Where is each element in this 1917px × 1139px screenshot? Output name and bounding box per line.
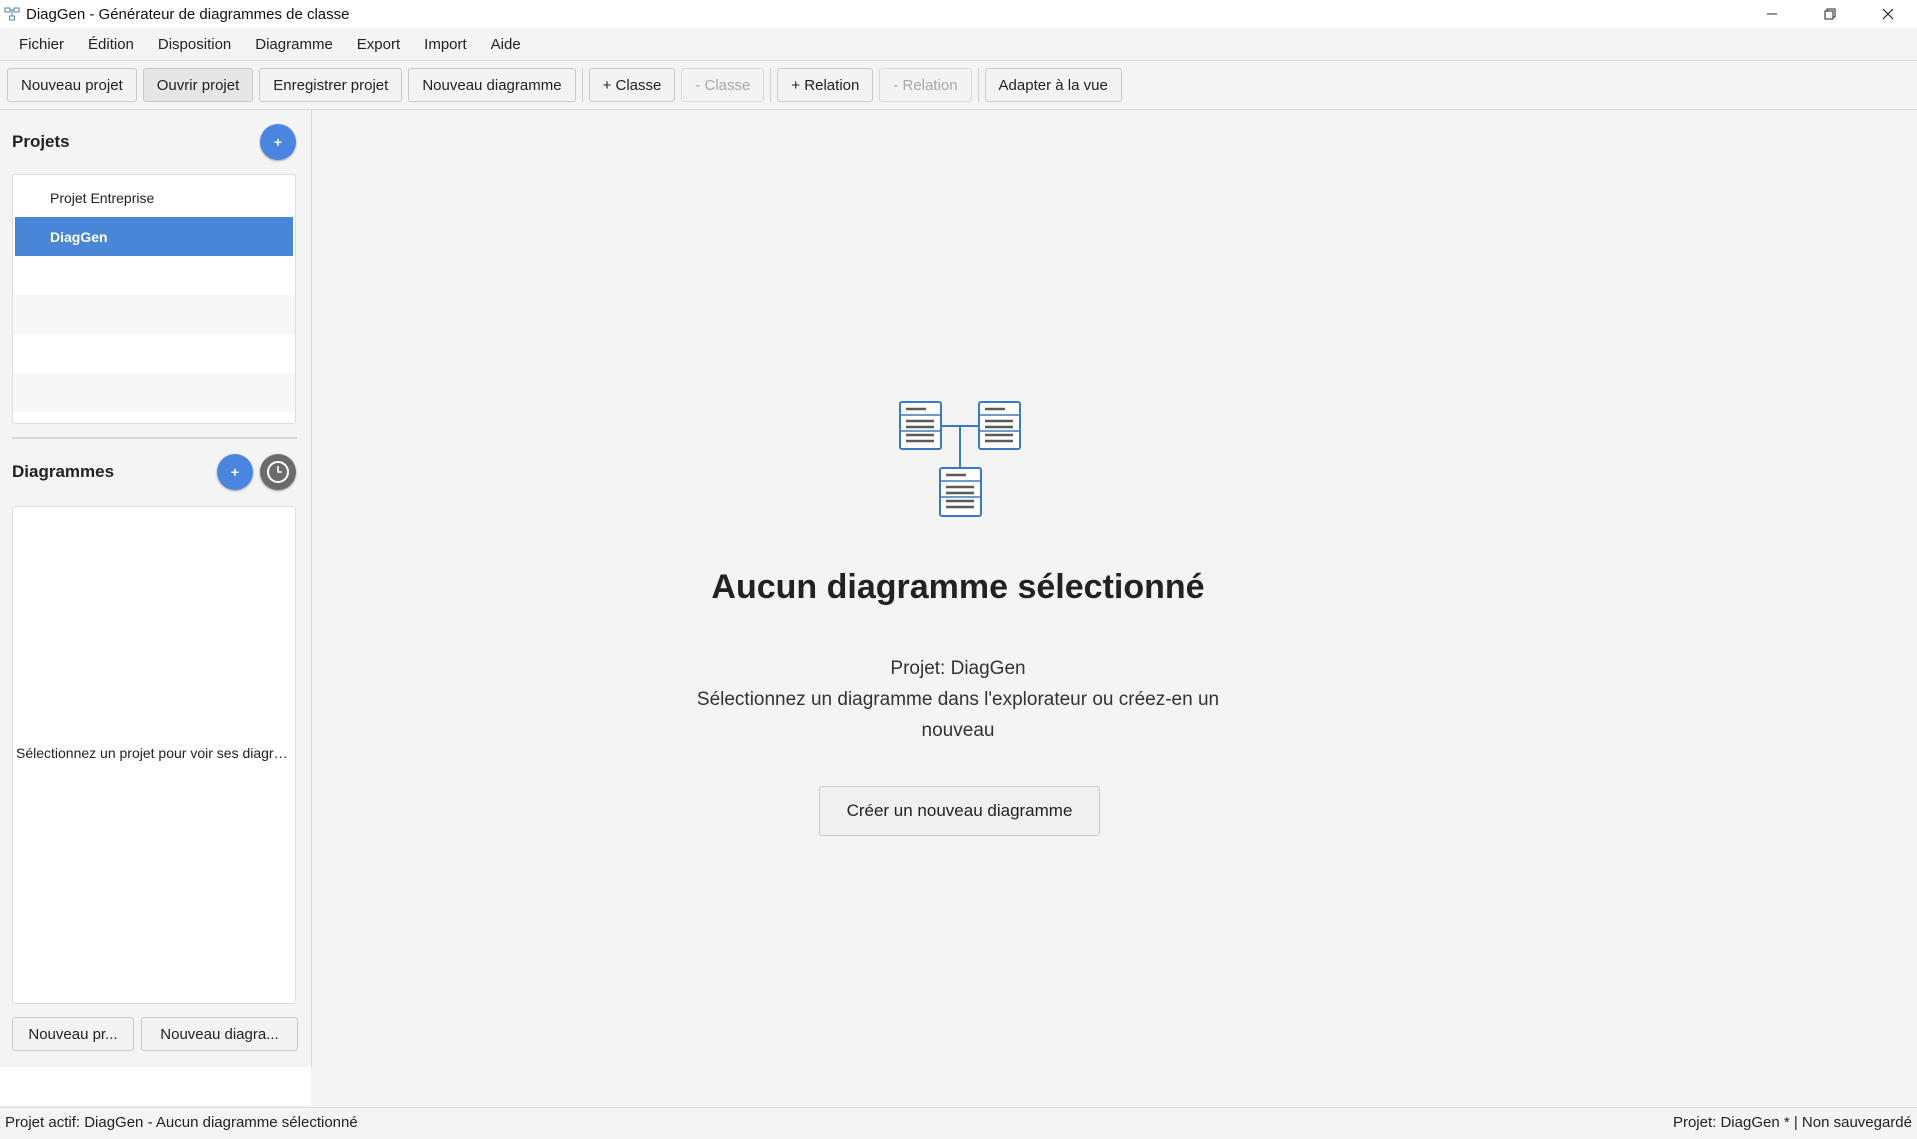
app-icon	[4, 7, 20, 21]
sidebar-new-project-button[interactable]: Nouveau pr...	[12, 1017, 134, 1051]
title-bar: DiagGen - Générateur de diagrammes de cl…	[0, 0, 1917, 28]
menu-edition[interactable]: Édition	[76, 36, 146, 53]
projects-header: Projets	[12, 132, 70, 151]
project-item-diaggen[interactable]: DiagGen	[15, 217, 293, 256]
menu-fichier[interactable]: Fichier	[7, 36, 76, 53]
menu-disposition[interactable]: Disposition	[146, 36, 243, 53]
close-button[interactable]	[1859, 0, 1917, 28]
refresh-icon	[267, 461, 289, 483]
add-relation-button[interactable]: + Relation	[777, 68, 874, 102]
restore-icon	[1824, 8, 1836, 20]
fit-view-button[interactable]: Adapter à la vue	[984, 68, 1122, 102]
save-project-button[interactable]: Enregistrer projet	[259, 68, 403, 102]
toolbar-separator	[770, 68, 772, 102]
refresh-diagrams-button[interactable]	[260, 454, 296, 490]
minimize-icon	[1767, 13, 1777, 15]
window-controls	[1743, 0, 1917, 28]
new-diagram-button[interactable]: Nouveau diagramme	[408, 68, 576, 102]
close-icon	[1882, 8, 1894, 20]
plus-icon: +	[273, 134, 283, 150]
status-right: Projet: DiagGen * | Non sauvegardé	[1672, 1114, 1912, 1131]
toolbar-separator	[977, 68, 979, 102]
menu-import[interactable]: Import	[412, 36, 479, 53]
status-left: Projet actif: DiagGen - Aucun diagramme …	[5, 1114, 358, 1131]
empty-list-row	[13, 295, 295, 334]
project-item-projet-entreprise[interactable]: Projet Entreprise	[13, 178, 295, 217]
menu-export[interactable]: Export	[345, 36, 412, 53]
diagram-list-empty-message: Sélectionnez un projet pour voir ses dia…	[16, 745, 294, 761]
empty-state-title: Aucun diagramme sélectionné	[711, 568, 1205, 606]
project-list[interactable]: Projet Entreprise DiagGen	[12, 174, 296, 424]
diagrams-header: Diagrammes	[12, 462, 115, 481]
empty-list-row	[13, 373, 295, 412]
menu-bar: Fichier Édition Disposition Diagramme Ex…	[0, 28, 1917, 61]
add-class-button[interactable]: + Classe	[588, 68, 676, 102]
window-title: DiagGen - Générateur de diagrammes de cl…	[26, 5, 350, 23]
menu-diagramme[interactable]: Diagramme	[243, 36, 345, 53]
empty-state-project-line: Projet: DiagGen	[890, 658, 1026, 679]
diagram-canvas-area: Aucun diagramme sélectionné Projet: Diag…	[312, 110, 1917, 1105]
sidebar-new-diagram-button[interactable]: Nouveau diagra...	[141, 1017, 298, 1051]
project-explorer-sidebar: Projets + Projet Entreprise DiagGen Diag…	[0, 110, 312, 1105]
open-project-button[interactable]: Ouvrir projet	[142, 68, 254, 102]
restore-button[interactable]	[1801, 0, 1859, 28]
add-diagram-button[interactable]: +	[217, 454, 253, 490]
minimize-button[interactable]	[1743, 0, 1801, 28]
empty-list-row	[13, 256, 295, 295]
remove-class-button[interactable]: - Classe	[681, 68, 765, 102]
create-diagram-button[interactable]: Créer un nouveau diagramme	[819, 786, 1100, 836]
empty-list-row	[13, 334, 295, 373]
add-project-button[interactable]: +	[260, 124, 296, 160]
diagram-list[interactable]: Sélectionnez un projet pour voir ses dia…	[12, 506, 296, 1004]
sidebar-footer	[0, 1067, 311, 1105]
toolbar-separator	[581, 68, 583, 102]
status-bar: Projet actif: DiagGen - Aucun diagramme …	[0, 1107, 1917, 1139]
empty-state-hint-line1: Sélectionnez un diagramme dans l'explora…	[696, 689, 1220, 710]
menu-aide[interactable]: Aide	[479, 36, 533, 53]
remove-relation-button[interactable]: - Relation	[879, 68, 972, 102]
class-diagram-icon	[899, 401, 1021, 517]
empty-state-hint-line2: nouveau	[921, 720, 995, 741]
new-project-button[interactable]: Nouveau projet	[7, 68, 137, 102]
sidebar-divider	[12, 437, 297, 439]
toolbar: Nouveau projet Ouvrir projet Enregistrer…	[0, 61, 1917, 110]
plus-icon: +	[230, 464, 240, 480]
